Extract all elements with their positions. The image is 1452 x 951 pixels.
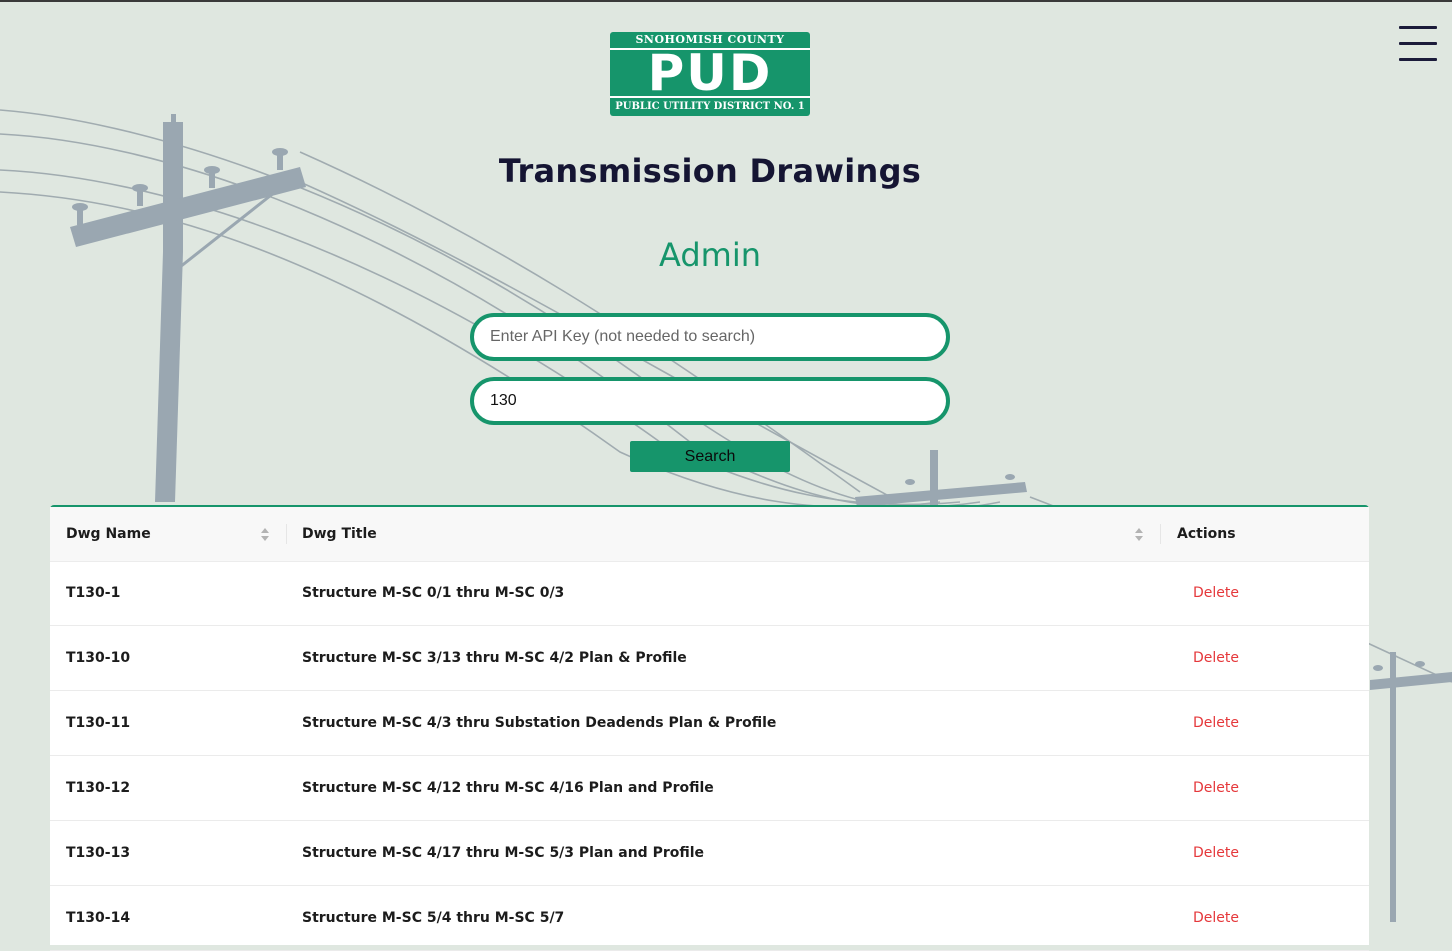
search-button[interactable]: Search bbox=[630, 441, 790, 472]
dwg-name-cell: T130-11 bbox=[66, 715, 131, 731]
column-header-dwg-name[interactable]: Dwg Name bbox=[66, 507, 286, 561]
column-header-dwg-title[interactable]: Dwg Title bbox=[302, 507, 1160, 561]
logo-district-text: PUBLIC UTILITY DISTRICT NO. 1 bbox=[610, 98, 810, 116]
delete-button[interactable]: Delete bbox=[1193, 886, 1239, 950]
sort-dwg-name-icon[interactable] bbox=[260, 527, 270, 543]
column-divider bbox=[286, 524, 287, 544]
dwg-title-cell: Structure M-SC 5/4 thru M-SC 5/7 bbox=[302, 910, 565, 926]
dwg-title-cell: Structure M-SC 0/1 thru M-SC 0/3 bbox=[302, 585, 565, 601]
table-row: T130-12 Structure M-SC 4/12 thru M-SC 4/… bbox=[50, 756, 1369, 821]
dwg-name-cell: T130-14 bbox=[66, 910, 131, 926]
table-row: T130-14 Structure M-SC 5/4 thru M-SC 5/7… bbox=[50, 886, 1369, 951]
logo-pud-text: PUD bbox=[610, 48, 810, 98]
api-key-input[interactable] bbox=[470, 313, 950, 361]
dwg-title-cell: Structure M-SC 3/13 thru M-SC 4/2 Plan &… bbox=[302, 650, 687, 666]
table-header: Dwg Name Dwg Title Actions bbox=[50, 507, 1369, 562]
dwg-name-cell: T130-1 bbox=[66, 585, 121, 601]
dwg-title-cell: Structure M-SC 4/12 thru M-SC 4/16 Plan … bbox=[302, 780, 714, 796]
drawings-table: Dwg Name Dwg Title Actions T130-1 Struct… bbox=[50, 505, 1369, 951]
table-row: T130-13 Structure M-SC 4/17 thru M-SC 5/… bbox=[50, 821, 1369, 886]
dwg-name-cell: T130-10 bbox=[66, 650, 131, 666]
table-row: T130-11 Structure M-SC 4/3 thru Substati… bbox=[50, 691, 1369, 756]
table-body: T130-1 Structure M-SC 0/1 thru M-SC 0/3 … bbox=[50, 561, 1369, 951]
table-row: T130-1 Structure M-SC 0/1 thru M-SC 0/3 … bbox=[50, 561, 1369, 626]
delete-button[interactable]: Delete bbox=[1193, 756, 1239, 820]
delete-button[interactable]: Delete bbox=[1193, 821, 1239, 885]
sort-dwg-title-icon[interactable] bbox=[1134, 527, 1144, 543]
dwg-name-cell: T130-12 bbox=[66, 780, 131, 796]
hamburger-menu-icon[interactable] bbox=[1397, 24, 1439, 64]
delete-button[interactable]: Delete bbox=[1193, 691, 1239, 755]
column-header-actions: Actions bbox=[1177, 526, 1236, 542]
dwg-name-cell: T130-13 bbox=[66, 845, 131, 861]
page-subtitle: Admin bbox=[659, 236, 761, 274]
table-row: T130-10 Structure M-SC 3/13 thru M-SC 4/… bbox=[50, 626, 1369, 691]
column-divider bbox=[1160, 524, 1161, 544]
pud-logo: SNOHOMISH COUNTY PUD PUBLIC UTILITY DIST… bbox=[610, 32, 810, 116]
search-input[interactable] bbox=[470, 377, 950, 425]
delete-button[interactable]: Delete bbox=[1193, 561, 1239, 625]
page-title: Transmission Drawings bbox=[498, 152, 922, 190]
dwg-title-cell: Structure M-SC 4/3 thru Substation Deade… bbox=[302, 715, 777, 731]
dwg-title-cell: Structure M-SC 4/17 thru M-SC 5/3 Plan a… bbox=[302, 845, 705, 861]
delete-button[interactable]: Delete bbox=[1193, 626, 1239, 690]
